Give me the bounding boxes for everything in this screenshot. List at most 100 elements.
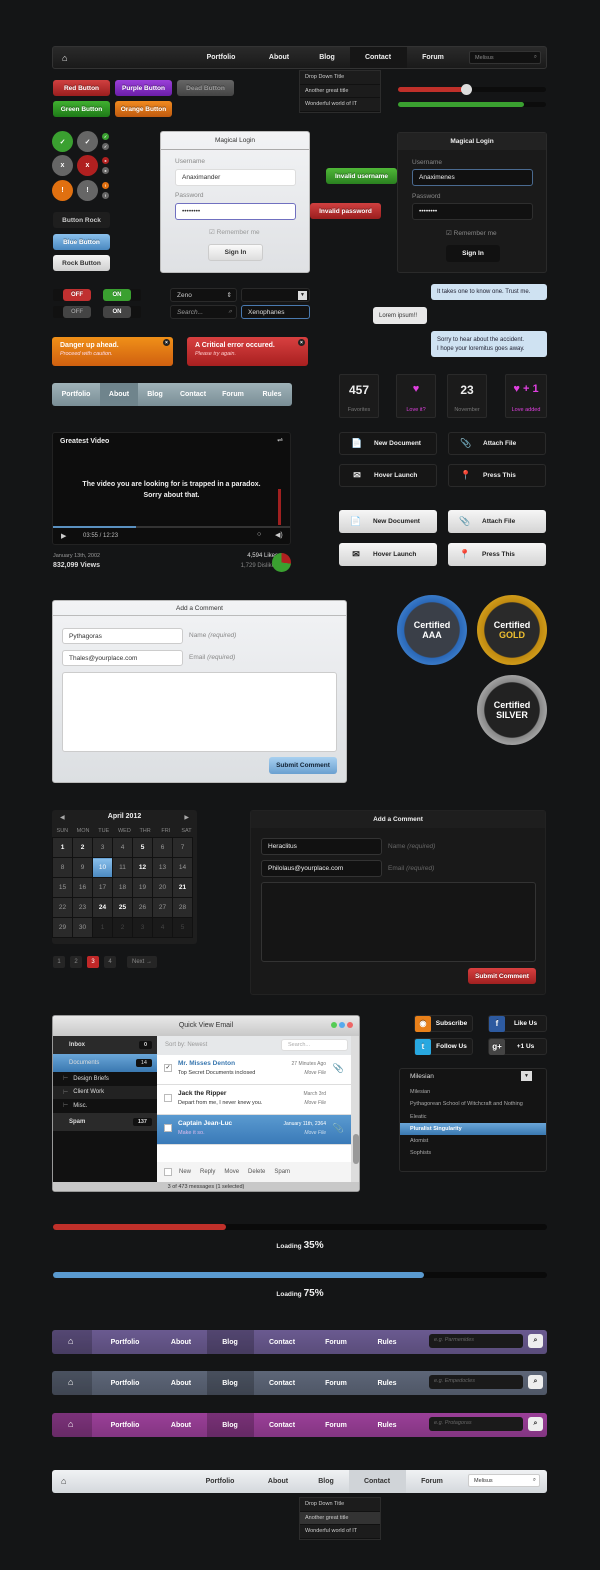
close-icon[interactable]: ×	[298, 339, 305, 346]
page-1[interactable]: 1	[53, 956, 65, 968]
search-button[interactable]: ⌕	[528, 1417, 543, 1431]
search-input[interactable]: Search... ⌕	[170, 305, 237, 319]
action-button-new-document[interactable]: 📄 New Document	[339, 432, 437, 455]
seg-item-blog[interactable]: Blog	[138, 383, 172, 406]
search-icon[interactable]: ⌕	[533, 1477, 536, 1484]
calendar-day[interactable]: 13	[152, 857, 173, 878]
move-file-link[interactable]: Move File	[304, 1100, 326, 1106]
dropdown-select[interactable]: ▼	[241, 288, 310, 302]
home-icon[interactable]: ⌂	[68, 1336, 73, 1346]
volume-icon[interactable]: ◀)	[275, 531, 283, 539]
folder-misc[interactable]: ⊢ Misc.	[53, 1099, 157, 1113]
select-value[interactable]: Milesian	[410, 1073, 434, 1080]
comment-textarea[interactable]	[261, 882, 536, 962]
message-checkbox[interactable]	[164, 1124, 172, 1132]
stat-tile[interactable]: ♥ Love it?	[396, 374, 436, 418]
toggle-off[interactable]: OFF	[53, 306, 91, 318]
calendar-day[interactable]: 1	[52, 837, 73, 858]
username-field[interactable]: Anaximenes	[412, 169, 533, 186]
calendar-day[interactable]: 22	[52, 897, 73, 918]
home-icon[interactable]: ⌂	[68, 1419, 73, 1429]
close-icon[interactable]: x	[77, 155, 98, 176]
page-4[interactable]: 4	[104, 956, 116, 968]
search-input[interactable]: e.g. Parmenides	[429, 1334, 523, 1348]
toggle-off-active[interactable]: OFF	[53, 289, 91, 301]
calendar-day[interactable]: 10	[92, 857, 113, 878]
calendar-day[interactable]: 7	[172, 837, 193, 858]
action-button-attach-file[interactable]: 📎 Attach File	[448, 432, 546, 455]
action-button-new-document[interactable]: 📄 New Document	[339, 510, 437, 533]
calendar-day[interactable]: 17	[92, 877, 113, 898]
message-checkbox[interactable]: ✓	[164, 1064, 172, 1072]
seg-item-portfolio[interactable]: Portfolio	[52, 383, 100, 406]
stepper-select[interactable]: Zeno ⇕	[170, 288, 237, 302]
slider-handle[interactable]	[461, 84, 473, 95]
calendar-day[interactable]: 19	[132, 877, 153, 898]
calendar-day[interactable]: 3	[92, 837, 113, 858]
nav-item-forum[interactable]: Forum	[314, 1413, 358, 1437]
close-button[interactable]	[347, 1022, 353, 1028]
calendar-day[interactable]: 26	[132, 897, 153, 918]
rock-button[interactable]: Rock Button	[53, 255, 110, 271]
zoom-button[interactable]	[339, 1022, 345, 1028]
calendar-day[interactable]: 15	[52, 877, 73, 898]
action-button-press-this[interactable]: 📍 Press This	[448, 543, 546, 566]
next-page-button[interactable]: Next →	[127, 956, 157, 968]
folder-documents[interactable]: Documents 14	[53, 1054, 157, 1072]
seg-item-about[interactable]: About	[100, 383, 138, 406]
scrollbar-thumb[interactable]	[353, 1134, 359, 1164]
toggle-on[interactable]: ON	[103, 306, 141, 318]
calendar-day[interactable]: 5	[172, 917, 193, 938]
nav-item-contact[interactable]: Contact	[348, 1470, 406, 1493]
email-search[interactable]: Search...	[281, 1039, 348, 1051]
email-action-new[interactable]: New	[179, 1169, 191, 1175]
calendar-day[interactable]: 11	[112, 857, 133, 878]
video-progress[interactable]	[53, 526, 290, 528]
fullscreen-icon[interactable]: ⇌	[277, 436, 283, 444]
check-icon[interactable]: ✓	[102, 133, 109, 140]
calendar-day[interactable]: 23	[72, 897, 93, 918]
search-input[interactable]: Melisus ⌕	[468, 1474, 540, 1487]
calendar-day[interactable]: 27	[152, 897, 173, 918]
calendar-day[interactable]: 6	[152, 837, 173, 858]
calendar-day[interactable]: 5	[132, 837, 153, 858]
calendar-day[interactable]: 21	[172, 877, 193, 898]
nav-item-about[interactable]: About	[159, 1330, 203, 1354]
warning-icon[interactable]: !	[102, 192, 109, 199]
search-button[interactable]: ⌕	[528, 1375, 543, 1389]
calendar-day[interactable]: 28	[172, 897, 193, 918]
password-field[interactable]: ••••••••	[412, 203, 533, 220]
calendar-day[interactable]: 4	[152, 917, 173, 938]
nav-item-rules[interactable]: Rules	[365, 1330, 409, 1354]
search-input[interactable]: e.g. Empedocles	[429, 1375, 523, 1389]
calendar-day[interactable]: 1	[92, 917, 113, 938]
nav-item-forum[interactable]: Forum	[314, 1330, 358, 1354]
nav-item-blog[interactable]: Blog	[208, 1413, 252, 1437]
dropdown-item[interactable]: Drop Down Title	[300, 1498, 380, 1512]
check-icon[interactable]: ✓	[102, 143, 109, 150]
chevron-down-icon[interactable]: ▼	[521, 1071, 532, 1081]
sign-in-button[interactable]: Sign In	[446, 245, 500, 262]
dropdown-item[interactable]: Wonderful world of IT	[300, 1525, 380, 1539]
warning-icon[interactable]: !	[52, 180, 73, 201]
stat-tile[interactable]: ♥ + 1 Love added	[505, 374, 547, 418]
nav-item-rules[interactable]: Rules	[365, 1413, 409, 1437]
nav-item-contact[interactable]: Contact	[349, 47, 407, 68]
home-icon[interactable]: ⌂	[68, 1377, 73, 1387]
calendar-day[interactable]: 2	[72, 837, 93, 858]
email-field[interactable]: Thales@yourplace.com	[62, 650, 183, 666]
name-field[interactable]: Heraclitus	[261, 838, 382, 855]
social-button-subscribe[interactable]: ◉ Subscribe	[414, 1015, 473, 1032]
select-option[interactable]: Pythagorean School of Witchcraft and Not…	[400, 1098, 546, 1110]
password-field[interactable]: ••••••••	[175, 203, 296, 220]
calendar-day[interactable]: 24	[92, 897, 113, 918]
page-3[interactable]: 3	[87, 956, 99, 968]
nav-item-contact[interactable]: Contact	[260, 1413, 304, 1437]
folder-clientwork[interactable]: ⊢ Client Work	[53, 1085, 157, 1099]
green-button[interactable]: Green Button	[53, 101, 110, 117]
nav-item-portfolio[interactable]: Portfolio	[192, 1470, 248, 1493]
calendar-day[interactable]: 30	[72, 917, 93, 938]
select-option[interactable]: Pluralist Singularity	[400, 1122, 546, 1136]
nav-item-portfolio[interactable]: Portfolio	[193, 47, 249, 68]
nav-item-portfolio[interactable]: Portfolio	[103, 1330, 147, 1354]
